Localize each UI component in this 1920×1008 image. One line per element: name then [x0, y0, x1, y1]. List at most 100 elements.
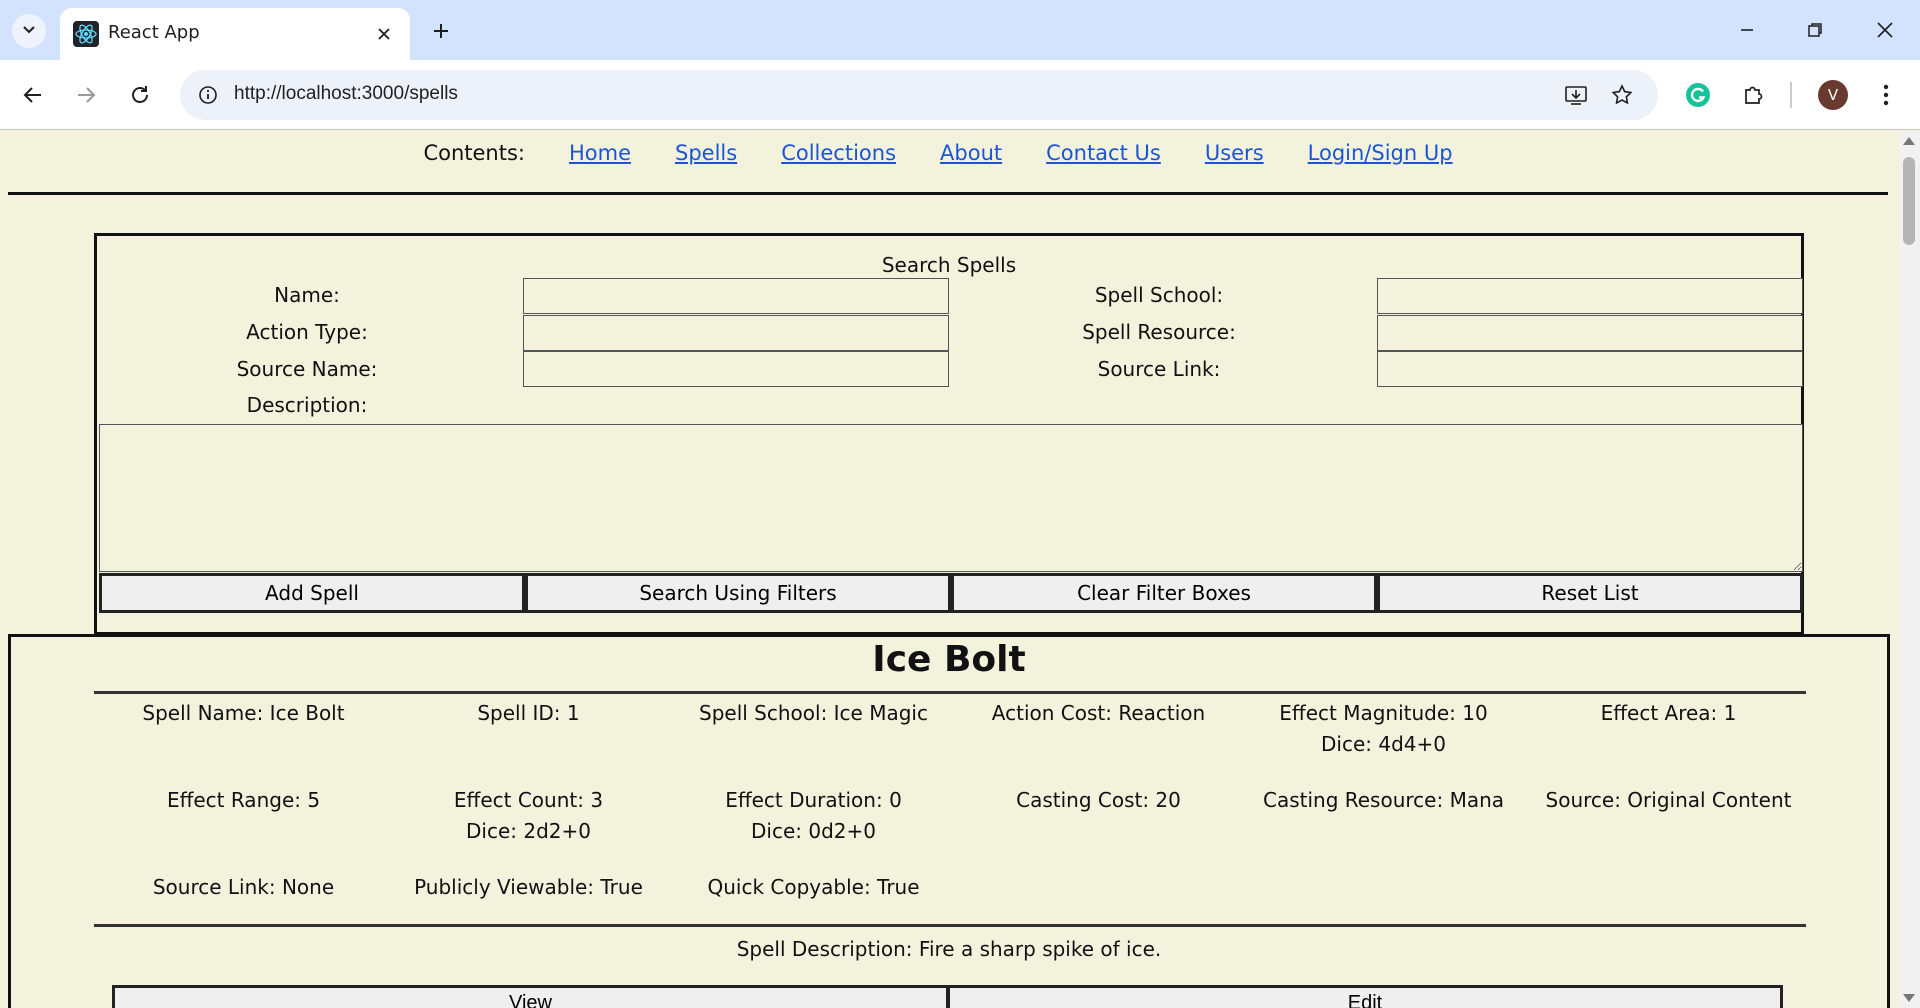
spell-field-text: Effect Duration: 0 [725, 788, 902, 812]
source-link-label: Source Link: [1097, 357, 1221, 381]
restore-icon[interactable] [1792, 10, 1838, 50]
spell-field-text: Source Link: None [152, 875, 335, 899]
view-spell-button[interactable]: View [112, 985, 949, 1008]
action-type-label: Action Type: [246, 320, 368, 344]
description-label: Description: [246, 393, 368, 417]
nav-link-login-signup[interactable]: Login/Sign Up [1308, 141, 1453, 165]
source-name-label: Source Name: [236, 357, 378, 381]
spell-field-text: Spell Name: Ice Bolt [142, 701, 345, 725]
add-spell-button[interactable]: Add Spell [99, 573, 525, 613]
nav-link-users[interactable]: Users [1205, 141, 1264, 165]
action-type-input[interactable] [523, 315, 949, 351]
nav-link-about[interactable]: About [940, 141, 1002, 165]
contents-label: Contents: [423, 141, 525, 165]
spell-field: Effect Range: 5 [101, 785, 386, 816]
spell-field: Effect Area: 1 [1526, 698, 1811, 729]
forward-arrow-icon[interactable] [68, 77, 104, 113]
clear-filter-boxes-button[interactable]: Clear Filter Boxes [951, 573, 1377, 613]
more-menu-icon[interactable] [1868, 77, 1904, 113]
spell-description: Spell Description: Fire a sharp spike of… [736, 937, 1162, 961]
tab-title: React App [108, 22, 200, 43]
spell-field-text: Action Cost: Reaction [991, 701, 1206, 725]
browser-tab-active[interactable]: React App [60, 8, 410, 60]
spell-field: Effect Magnitude: 10 Dice: 4d4+0 [1241, 698, 1526, 760]
spell-field: Spell School: Ice Magic [671, 698, 956, 729]
spell-field-text: Spell ID: 1 [477, 701, 580, 725]
description-textarea[interactable] [99, 424, 1803, 572]
bookmark-star-icon[interactable] [1608, 81, 1636, 109]
spell-field-text: Quick Copyable: True [707, 875, 920, 899]
name-input[interactable] [523, 278, 949, 314]
spell-field-text: Publicly Viewable: True [414, 875, 643, 899]
source-link-input[interactable] [1377, 351, 1803, 387]
toolbar-divider [1790, 82, 1792, 108]
spell-field: Spell ID: 1 [386, 698, 671, 729]
source-name-input[interactable] [523, 351, 949, 387]
site-info-icon[interactable] [194, 81, 222, 109]
spell-field: Effect Duration: 0 Dice: 0d2+0 [671, 785, 956, 847]
spell-field-text: Source: Original Content [1545, 788, 1792, 812]
spell-field-text: Spell School: Ice Magic [699, 701, 928, 725]
spell-field: Effect Count: 3 Dice: 2d2+0 [386, 785, 671, 847]
page-viewport: Contents: Home Spells Collections About … [0, 131, 1898, 1008]
spell-field: Action Cost: Reaction [956, 698, 1241, 729]
spell-field: Source: Original Content [1526, 785, 1811, 816]
spell-field-text: Effect Count: 3 [453, 788, 604, 812]
url-text[interactable]: http://localhost:3000/spells [234, 83, 458, 105]
chevron-down-icon [21, 21, 37, 41]
edit-spell-button[interactable]: Edit [947, 985, 1783, 1008]
spell-school-label: Spell School: [1094, 283, 1224, 307]
nav-link-home[interactable]: Home [569, 141, 631, 165]
spell-field: Publicly Viewable: True [386, 872, 671, 903]
spell-field-text: Casting Cost: 20 [1016, 788, 1181, 812]
search-spells-panel: Search Spells Name: Action Type: Source … [94, 233, 1804, 635]
scrollbar-thumb[interactable] [1903, 157, 1915, 245]
spell-field: Spell Name: Ice Bolt [101, 698, 386, 729]
spell-field: Casting Resource: Mana [1241, 785, 1526, 816]
spell-school-input[interactable] [1377, 278, 1803, 314]
scroll-up-arrow-icon[interactable] [1903, 137, 1915, 145]
close-window-icon[interactable] [1862, 10, 1908, 50]
nav-divider [8, 192, 1888, 195]
minimize-icon[interactable] [1724, 10, 1770, 50]
close-tab-icon[interactable] [372, 22, 396, 46]
search-using-filters-button[interactable]: Search Using Filters [525, 573, 951, 613]
spell-field-text: Effect Area: 1 [1600, 701, 1737, 725]
search-title: Search Spells [881, 253, 1017, 277]
nav-link-spells[interactable]: Spells [675, 141, 737, 165]
profile-avatar[interactable]: V [1818, 80, 1848, 110]
tab-search-button[interactable] [12, 14, 46, 48]
spell-field-sub: Dice: 0d2+0 [751, 819, 876, 843]
name-label: Name: [274, 283, 340, 307]
new-tab-icon[interactable] [424, 14, 458, 48]
spell-field: Quick Copyable: True [671, 872, 956, 903]
spell-field: Source Link: None [101, 872, 386, 903]
grammarly-icon[interactable] [1680, 77, 1716, 113]
page-scrollbar[interactable] [1898, 131, 1920, 1008]
spell-resource-input[interactable] [1377, 315, 1803, 351]
spell-field-text: Effect Magnitude: 10 [1279, 701, 1488, 725]
spell-field-sub: Dice: 2d2+0 [466, 819, 591, 843]
nav-link-collections[interactable]: Collections [781, 141, 896, 165]
spell-resource-label: Spell Resource: [1082, 320, 1236, 344]
address-bar[interactable]: http://localhost:3000/spells [180, 70, 1658, 120]
spell-field: Casting Cost: 20 [956, 785, 1241, 816]
spell-field-text: Casting Resource: Mana [1262, 788, 1505, 812]
spell-field-text: Effect Range: 5 [166, 788, 321, 812]
install-app-icon[interactable] [1562, 81, 1590, 109]
browser-tab-strip: React App [0, 0, 1920, 60]
reset-list-button[interactable]: Reset List [1377, 573, 1803, 613]
nav-link-contact-us[interactable]: Contact Us [1046, 141, 1161, 165]
spell-description-divider [94, 924, 1806, 927]
browser-toolbar: http://localhost:3000/spells V [0, 60, 1920, 130]
spell-title: Ice Bolt [872, 639, 1026, 680]
react-logo-icon [73, 21, 99, 47]
back-arrow-icon[interactable] [15, 77, 51, 113]
spell-field-sub: Dice: 4d4+0 [1321, 732, 1446, 756]
spell-title-divider [94, 691, 1806, 694]
extensions-puzzle-icon[interactable] [1736, 77, 1772, 113]
reload-icon[interactable] [122, 77, 158, 113]
scroll-down-arrow-icon[interactable] [1903, 994, 1915, 1002]
contents-nav: Contents: Home Spells Collections About … [0, 141, 1898, 165]
spell-card: Ice Bolt Spell Name: Ice Bolt Spell ID: … [8, 634, 1890, 1008]
